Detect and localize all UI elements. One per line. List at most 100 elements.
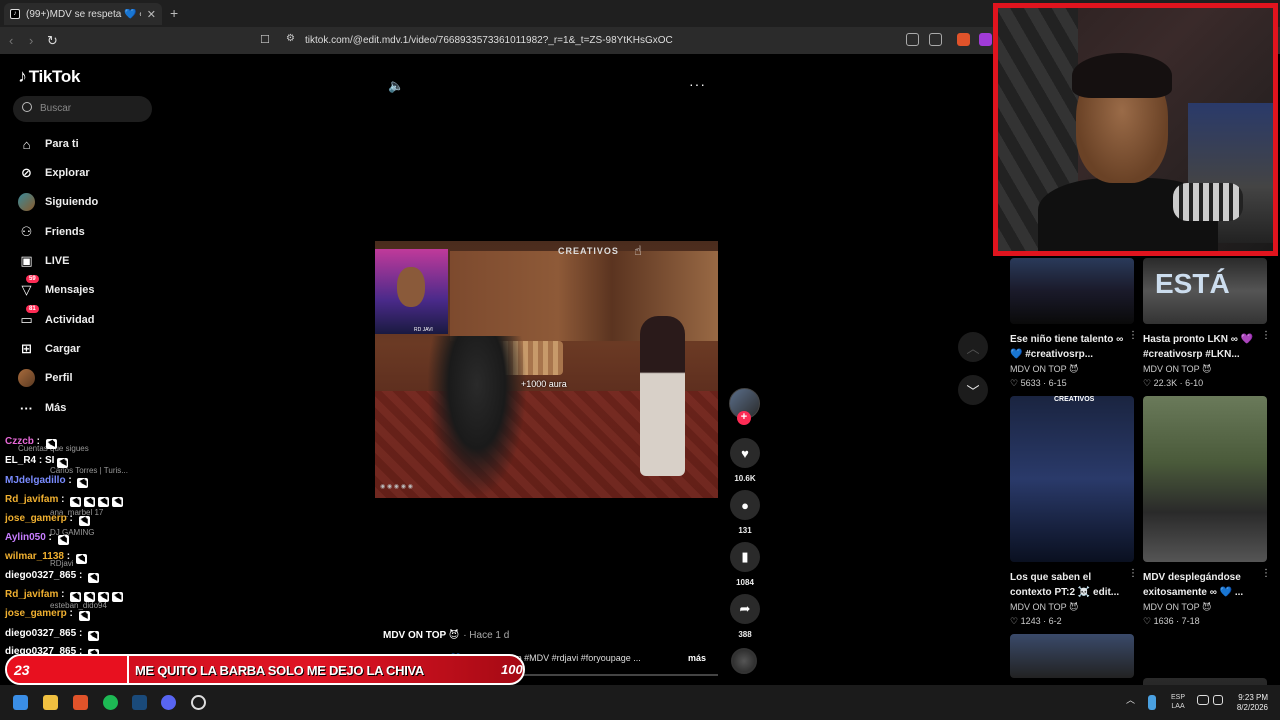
brave-shield-icon[interactable] [957, 33, 970, 46]
video-player[interactable]: RD JAVI CREATIVOS +1000 aura ◉ ◉ ◉ ◉ ◉ [375, 241, 718, 498]
steam-icon[interactable] [132, 695, 147, 710]
volume-icon[interactable]: 🔈 [388, 78, 404, 94]
video-thumbnail[interactable] [1143, 396, 1267, 562]
music-disc-icon[interactable] [731, 648, 757, 674]
recommended-video-card[interactable]: ESTÁ Hasta pronto LKN ∞ 💜 #creativosrp #… [1143, 258, 1271, 389]
speaker-emote-icon: ◀ [98, 592, 110, 602]
chat-username: Aylin050 [5, 532, 46, 543]
heart-icon: ♥ [730, 438, 760, 468]
sidebar-item-siguiendo[interactable]: Siguiendo [18, 191, 98, 213]
hand-cursor-icon: ☝ [634, 243, 642, 258]
card-more-icon[interactable]: ⋮ [1128, 330, 1138, 341]
video-thumbnail[interactable]: ESTÁ [1143, 258, 1267, 324]
tiktok-favicon-icon: ♪ [10, 9, 20, 19]
reload-icon[interactable]: ↻ [47, 33, 58, 49]
more-caption-button[interactable]: más [688, 653, 706, 663]
extension-icon[interactable] [979, 33, 992, 46]
previous-video-button[interactable]: ︿ [958, 332, 988, 362]
live-icon: ▣ [20, 253, 33, 268]
chevron-down-icon: ﹀ [966, 383, 980, 399]
save-button[interactable]: ▮ 1084 [729, 542, 761, 587]
chat-message: jose_gamerp : ◀ [5, 513, 90, 526]
chat-message: jose_gamerp : ◀ [5, 608, 90, 621]
tray-chevron-icon[interactable]: ︿ [1126, 693, 1135, 706]
chat-text: SI [45, 455, 55, 466]
back-icon[interactable]: ‹ [9, 33, 13, 48]
volume-icon[interactable] [1213, 695, 1223, 705]
video-thumbnail[interactable]: CREATIVOS [1010, 396, 1134, 562]
comment-count: 131 [738, 526, 752, 535]
brave-browser-icon[interactable] [73, 695, 88, 710]
next-video-button[interactable]: ﹀ [958, 375, 988, 405]
video-author[interactable]: MDV ON TOP 😈 · Hace 1 d [383, 630, 509, 641]
search-input[interactable]: Buscar [13, 96, 152, 122]
follow-plus-icon[interactable]: + [737, 411, 751, 425]
sidebar-item-explorar[interactable]: ⊘ Explorar [18, 162, 90, 184]
tab-close-icon[interactable]: ✕ [147, 8, 156, 21]
file-explorer-icon[interactable] [43, 695, 58, 710]
sidebar-item-mensajes[interactable]: ▽ 59 Mensajes [18, 274, 95, 301]
chat-message: Rd_javifam : ◀ ◀ ◀ ◀ [5, 589, 124, 602]
activity-icon: ▭ 81 [18, 304, 39, 329]
sidebar-item-mas[interactable]: ··· Más [18, 397, 66, 419]
streamer-webcam [993, 3, 1278, 256]
sidebar-item-friends[interactable]: ⚇ Friends [18, 221, 85, 243]
card-more-icon[interactable]: ⋮ [1128, 568, 1138, 579]
network-icon[interactable] [1197, 695, 1209, 705]
video-thumbnail[interactable] [1010, 634, 1134, 678]
share-button[interactable]: ➦ 388 [729, 594, 761, 639]
card-more-icon[interactable]: ⋮ [1261, 330, 1271, 341]
chat-username: diego0327_865 [5, 570, 77, 581]
like-button[interactable]: ♥ 10.6K [729, 438, 761, 483]
translate-icon[interactable] [906, 33, 919, 46]
windows-start-icon[interactable] [13, 695, 28, 710]
sidebar-item-cargar[interactable]: ⊞ Cargar [18, 338, 80, 360]
card-more-icon[interactable]: ⋮ [1261, 568, 1271, 579]
taskbar-clock[interactable]: 9:23 PM 8/2/2026 [1234, 693, 1268, 713]
chat-username: Rd_javifam [5, 589, 59, 600]
home-icon: ⌂ [22, 136, 31, 152]
cast-icon[interactable] [929, 33, 942, 46]
more-options-icon[interactable]: ··· [689, 76, 706, 92]
speaker-emote-icon: ◀ [77, 478, 89, 488]
video-watermark: CREATIVOS [558, 246, 619, 256]
browser-tab[interactable]: ♪ (99+)MDV se respeta 💙 ∞ # ✕ [4, 3, 162, 25]
speaker-emote-icon: ◀ [88, 631, 100, 641]
spotify-icon[interactable] [103, 695, 118, 710]
microphone-icon[interactable] [1148, 695, 1156, 710]
chat-message: EL_R4 : SI ◀ [5, 455, 69, 468]
chat-username: Czzcb [5, 436, 34, 447]
language-indicator[interactable]: ESP LAA [1171, 693, 1185, 711]
recommended-video-card[interactable]: Ese niño tiene talento ∞ 💙 #creativosrp.… [1010, 258, 1138, 389]
speaker-emote-icon: ◀ [98, 497, 110, 507]
recommended-video-card[interactable]: CREATIVOS Los que saben el contexto PT:2… [1010, 396, 1138, 627]
activity-badge: 81 [26, 304, 39, 313]
comment-icon: ● [730, 490, 760, 520]
speaker-emote-icon: ◀ [84, 497, 96, 507]
bookmark-icon[interactable]: ☐ [260, 33, 270, 46]
obs-icon[interactable] [191, 695, 206, 710]
chat-username: Rd_javifam [5, 494, 59, 505]
url-field[interactable]: tiktok.com/@edit.mdv.1/video/76689335733… [305, 35, 673, 46]
speaker-emote-icon: ◀ [70, 592, 82, 602]
recommended-video-card[interactable]: MDV desplegándose exitosamente ∞ 💙 ... ⋮… [1143, 396, 1271, 627]
compass-icon: ⊘ [21, 165, 32, 180]
sidebar-item-para-ti[interactable]: ⌂ Para ti [18, 133, 79, 155]
speaker-emote-icon: ◀ [112, 592, 124, 602]
site-info-icon[interactable]: ⚙ [286, 33, 295, 44]
sidebar-item-perfil[interactable]: Perfil [18, 367, 73, 389]
speaker-emote-icon: ◀ [57, 458, 69, 468]
forward-icon[interactable]: › [29, 33, 33, 48]
new-tab-button[interactable]: + [170, 5, 178, 21]
sidebar-item-actividad[interactable]: ▭ 81 Actividad [18, 304, 95, 331]
chat-username: diego0327_865 [5, 628, 77, 639]
comment-button[interactable]: ● 131 [729, 490, 761, 535]
video-thumbnail[interactable] [1010, 258, 1134, 324]
search-icon [22, 102, 32, 112]
sidebar-item-live[interactable]: ▣ LIVE [18, 250, 69, 272]
chat-message: Czzcb : ◀ [5, 436, 57, 449]
discord-icon[interactable] [161, 695, 176, 710]
chevron-up-icon: ︿ [966, 340, 980, 356]
tiktok-logo[interactable]: ♪ TikTok [18, 66, 80, 87]
speaker-emote-icon: ◀ [78, 516, 90, 526]
